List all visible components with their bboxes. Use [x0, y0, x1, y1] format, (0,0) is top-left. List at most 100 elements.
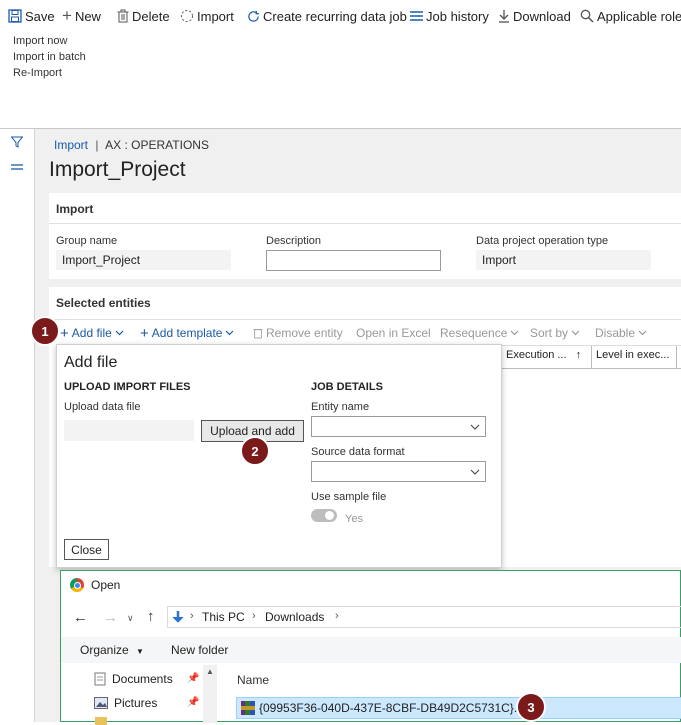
- left-rail: [0, 129, 35, 722]
- address-bar[interactable]: › This PC › Downloads ›: [167, 606, 681, 628]
- path-chevron-icon: ›: [335, 610, 339, 622]
- chevron-down-icon: [470, 469, 480, 475]
- add-template-button[interactable]: + Add template: [140, 321, 234, 345]
- pin-icon[interactable]: 📌: [187, 673, 199, 684]
- column-divider: [676, 346, 677, 368]
- search-icon: [580, 9, 594, 23]
- menu-re-import[interactable]: Re-Import: [13, 67, 62, 79]
- chevron-down-icon: [470, 424, 480, 430]
- upload-file-field[interactable]: [64, 420, 194, 441]
- group-name-field[interactable]: Import_Project: [56, 250, 231, 270]
- entities-header: Selected entities: [56, 296, 151, 310]
- nav-pictures-label: Pictures: [114, 696, 158, 710]
- navigation-pane: Documents Pictures 📌 📌 ▲: [61, 665, 219, 725]
- divider: [49, 319, 681, 320]
- hamburger-icon[interactable]: [11, 163, 23, 173]
- documents-icon: [94, 672, 106, 686]
- add-file-label: Add file: [71, 326, 112, 340]
- upload-label: Upload data file: [64, 401, 141, 413]
- breadcrumb-context: AX : OPERATIONS: [105, 138, 209, 152]
- scroll-up-icon[interactable]: ▲: [206, 667, 214, 676]
- new-folder-button[interactable]: New folder: [171, 643, 228, 657]
- description-input[interactable]: [266, 250, 441, 271]
- divider: [49, 223, 681, 224]
- zip-archive-icon: [241, 701, 255, 715]
- toggle-knob: [325, 511, 334, 520]
- forward-arrow-icon[interactable]: →: [103, 609, 118, 626]
- column-level[interactable]: Level in exec...: [596, 349, 669, 361]
- path-chevron-icon: ›: [252, 610, 256, 622]
- nav-scrollbar[interactable]: ▲: [203, 665, 217, 723]
- menu-import-in-batch[interactable]: Import in batch: [13, 51, 86, 63]
- open-in-excel-button[interactable]: Open in Excel: [356, 321, 431, 345]
- trash-icon: [117, 9, 129, 23]
- source-format-label: Source data format: [311, 446, 405, 458]
- sort-arrow-icon: ↑: [575, 349, 582, 361]
- step-badge-1: 1: [30, 316, 60, 346]
- disable-button[interactable]: Disable: [595, 321, 647, 345]
- folder-icon: [95, 717, 107, 725]
- entity-name-select[interactable]: [311, 416, 486, 437]
- disable-label: Disable: [595, 326, 636, 340]
- path-downloads[interactable]: Downloads: [265, 610, 324, 624]
- breadcrumb: Import | AX : OPERATIONS: [54, 138, 209, 152]
- chrome-icon: [70, 578, 84, 592]
- job-history-button[interactable]: Job history: [410, 6, 489, 26]
- source-format-select[interactable]: [311, 461, 486, 482]
- import-button[interactable]: Import: [180, 6, 234, 26]
- create-recurring-button[interactable]: Create recurring data job: [247, 6, 407, 26]
- use-sample-label: Use sample file: [311, 491, 387, 503]
- chevron-down-icon: [226, 330, 234, 336]
- caret-down-icon: ▼: [136, 647, 144, 656]
- dialog-command-bar: Organize ▼ New folder: [61, 637, 681, 663]
- delete-button[interactable]: Delete: [117, 6, 170, 26]
- import-section: Import Group name Import_Project Descrip…: [49, 193, 681, 279]
- upload-header: UPLOAD IMPORT FILES: [64, 381, 191, 393]
- close-button[interactable]: Close: [64, 539, 109, 560]
- use-sample-toggle[interactable]: [311, 509, 337, 522]
- add-file-flyout: Add file UPLOAD IMPORT FILES Upload data…: [56, 344, 502, 568]
- add-file-button[interactable]: + Add file: [60, 321, 124, 345]
- column-execution[interactable]: Execution ... ↑: [506, 349, 581, 361]
- save-button[interactable]: Save: [8, 6, 55, 26]
- resequence-button[interactable]: Resequence: [440, 321, 519, 345]
- back-arrow-icon[interactable]: ←: [73, 609, 88, 626]
- list-icon: [410, 11, 423, 21]
- pin-icon[interactable]: 📌: [187, 697, 199, 708]
- organize-button[interactable]: Organize ▼: [80, 643, 144, 657]
- delete-label: Delete: [132, 8, 170, 24]
- grid-header: Execution ... ↑ Level in exec...: [500, 345, 681, 369]
- column-name[interactable]: Name: [237, 673, 269, 687]
- plus-icon: +: [140, 324, 149, 342]
- group-name-label: Group name: [56, 235, 118, 247]
- use-sample-value: Yes: [345, 513, 363, 525]
- save-icon: [8, 9, 22, 23]
- save-label: Save: [25, 8, 55, 24]
- organize-label: Organize: [80, 643, 129, 657]
- applicable-roles-button[interactable]: Applicable roles: [580, 6, 681, 26]
- up-arrow-icon[interactable]: ↑: [147, 608, 155, 625]
- remove-entity-button[interactable]: Remove entity: [253, 321, 343, 345]
- open-excel-label: Open in Excel: [356, 326, 431, 340]
- open-dialog-title: Open: [91, 578, 121, 592]
- job-details-header: JOB DETAILS: [311, 381, 383, 393]
- chevron-down-icon: [115, 330, 124, 336]
- sort-by-button[interactable]: Sort by: [530, 321, 580, 345]
- column-divider: [591, 346, 592, 368]
- download-button[interactable]: Download: [498, 6, 571, 26]
- add-template-label: Add template: [151, 326, 223, 340]
- recent-dropdown-icon[interactable]: ∨: [127, 613, 134, 624]
- add-file-title: Add file: [64, 354, 118, 371]
- download-icon: [499, 10, 509, 23]
- filter-icon[interactable]: [11, 136, 23, 148]
- new-button[interactable]: + New: [62, 6, 101, 26]
- trash-icon: [253, 329, 263, 339]
- chevron-down-icon: [510, 330, 519, 336]
- file-row-selected[interactable]: {09953F36-040D-437E-8CBF-DB49D2C5731C}.z…: [236, 697, 681, 719]
- recurring-label: Create recurring data job: [263, 8, 407, 24]
- menu-import-now[interactable]: Import now: [13, 35, 67, 47]
- file-name: {09953F36-040D-437E-8CBF-DB49D2C5731C}.z…: [259, 701, 533, 715]
- breadcrumb-import-link[interactable]: Import: [54, 138, 88, 152]
- op-type-field[interactable]: Import: [476, 250, 651, 270]
- path-this-pc[interactable]: This PC: [202, 610, 245, 624]
